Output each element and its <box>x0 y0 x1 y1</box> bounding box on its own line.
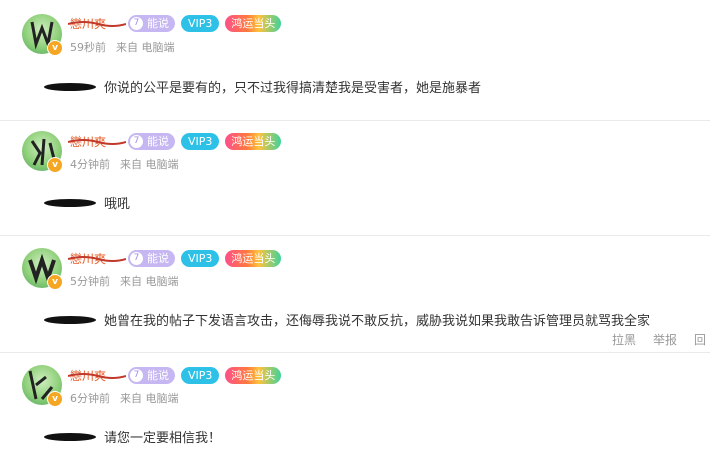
post-source: 来自 电脑端 <box>120 392 179 405</box>
username[interactable]: 戀川爽 <box>68 367 126 384</box>
block-button[interactable]: 拉黑 <box>612 331 636 348</box>
level-number: 7 <box>130 251 143 265</box>
redaction-scribble <box>68 255 126 262</box>
user-info: 戀川爽 7 能说 VIP3 鸿运当头 <box>68 131 282 151</box>
level-badge[interactable]: 7 能说 <box>128 14 175 32</box>
user-info: 戀川爽 7 能说 VIP3 鸿运当头 <box>68 248 282 268</box>
redacted-name-blot <box>44 198 96 207</box>
post-meta: 6分钟前 来自 电脑端 <box>70 390 189 406</box>
post-time: 6分钟前 <box>70 392 110 405</box>
level-label: 能说 <box>147 135 169 148</box>
reply-text: 你说的公平是要有的，只不过我得搞清楚我是受害者，她是施暴者 <box>104 81 482 96</box>
post-source: 来自 电脑端 <box>116 41 175 54</box>
post-source: 来自 电脑端 <box>120 158 179 171</box>
verified-badge-icon: v <box>47 391 63 407</box>
luck-badge[interactable]: 鸿运当头 <box>225 14 282 32</box>
report-button[interactable]: 举报 <box>653 331 677 348</box>
post-source: 来自 电脑端 <box>120 275 179 288</box>
divider <box>0 120 710 121</box>
username[interactable]: 戀川爽 <box>68 250 126 267</box>
redaction-scribble <box>68 138 126 145</box>
redacted-name-blot <box>44 315 96 324</box>
post-actions: 拉黑 举报回 <box>612 331 710 348</box>
vip-badge[interactable]: VIP3 <box>181 366 220 384</box>
reply-text: 请您一定要相信我！ <box>104 431 222 446</box>
redaction-scribble <box>68 372 126 379</box>
username[interactable]: 戀川爽 <box>68 15 126 32</box>
redacted-name-blot <box>44 432 96 441</box>
level-badge[interactable]: 7 能说 <box>128 132 175 150</box>
luck-badge[interactable]: 鸿运当头 <box>225 366 282 384</box>
post-meta: 4分钟前 来自 电脑端 <box>70 156 189 172</box>
divider <box>0 352 710 353</box>
redaction-scribble <box>68 20 126 27</box>
post-time: 4分钟前 <box>70 158 110 171</box>
user-info: 戀川爽 7 能说 VIP3 鸿运当头 <box>68 365 282 385</box>
reply-line: 请您一定要相信我！ <box>44 427 221 446</box>
verified-badge-icon: v <box>47 40 63 56</box>
reply-line: 哦吼 <box>44 193 130 212</box>
redacted-name-blot <box>44 82 96 91</box>
divider <box>0 235 710 236</box>
level-number: 7 <box>130 134 143 148</box>
level-label: 能说 <box>147 17 169 30</box>
user-info: 戀川爽 7 能说 VIP3 鸿运当头 <box>68 13 282 33</box>
reply-text: 哦吼 <box>104 197 131 212</box>
luck-badge[interactable]: 鸿运当头 <box>225 132 282 150</box>
post-time: 5分钟前 <box>70 275 110 288</box>
post-meta: 59秒前 来自 电脑端 <box>70 39 185 55</box>
reply-line: 你说的公平是要有的，只不过我得搞清楚我是受害者，她是施暴者 <box>44 77 481 96</box>
level-label: 能说 <box>147 252 169 265</box>
level-badge[interactable]: 7 能说 <box>128 249 175 267</box>
username[interactable]: 戀川爽 <box>68 133 126 150</box>
vip-badge[interactable]: VIP3 <box>181 132 220 150</box>
level-number: 7 <box>130 368 143 382</box>
post-meta: 5分钟前 来自 电脑端 <box>70 273 189 289</box>
reply-button[interactable]: 回 <box>694 331 706 348</box>
level-number: 7 <box>130 16 143 30</box>
verified-badge-icon: v <box>47 274 63 290</box>
luck-badge[interactable]: 鸿运当头 <box>225 249 282 267</box>
vip-badge[interactable]: VIP3 <box>181 14 220 32</box>
post-time: 59秒前 <box>70 41 106 54</box>
vip-badge[interactable]: VIP3 <box>181 249 220 267</box>
reply-text: 她曾在我的帖子下发语言攻击，还侮辱我说不敢反抗，威胁我说如果我敢告诉管理员就骂我… <box>104 314 651 329</box>
level-label: 能说 <box>147 369 169 382</box>
verified-badge-icon: v <box>47 157 63 173</box>
level-badge[interactable]: 7 能说 <box>128 366 175 384</box>
reply-line: 她曾在我的帖子下发语言攻击，还侮辱我说不敢反抗，威胁我说如果我敢告诉管理员就骂我… <box>44 310 650 329</box>
